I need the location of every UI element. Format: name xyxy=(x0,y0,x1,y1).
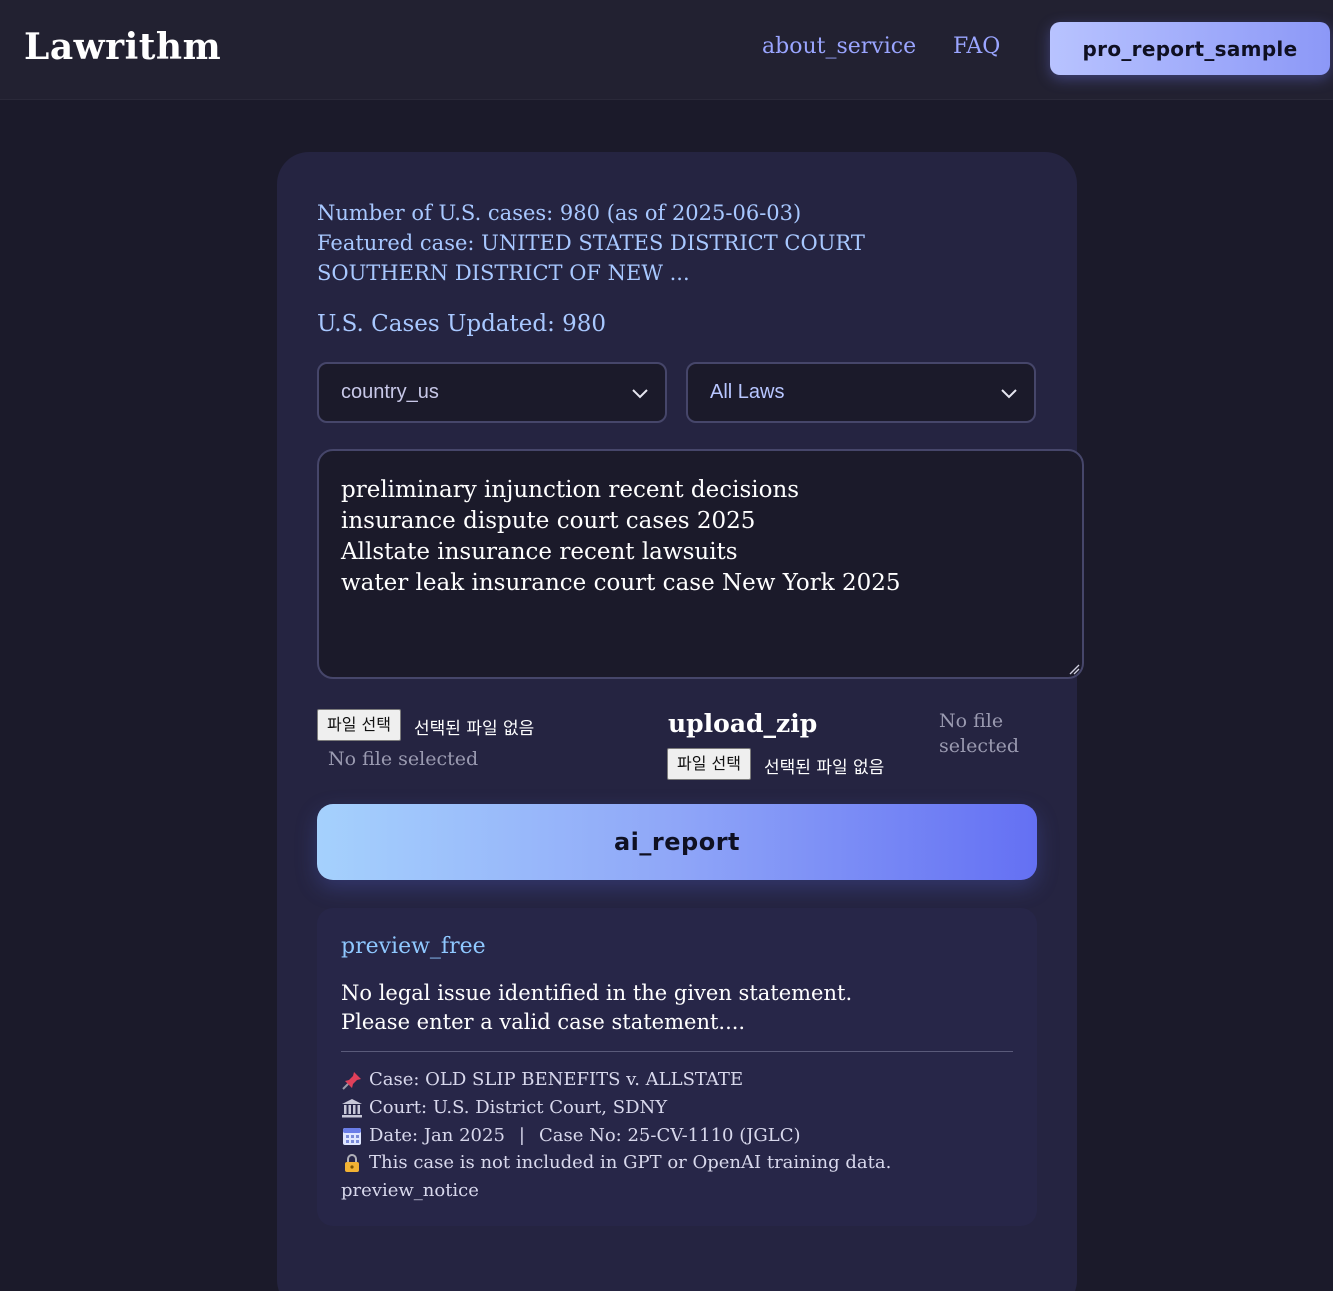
chevron-down-icon xyxy=(632,389,648,399)
zip-status-text: No file selected xyxy=(939,710,1019,757)
query-line: Allstate insurance recent lawsuits xyxy=(341,539,738,565)
nav-faq-link[interactable]: FAQ xyxy=(953,34,1000,59)
file-status-text: No file selected xyxy=(328,748,479,770)
case-count-text: Number of U.S. cases: 980 (as of 2025-06… xyxy=(317,201,802,225)
country-select-value: country_us xyxy=(341,381,439,403)
choose-zip-button[interactable]: 파일 선택 xyxy=(667,748,751,780)
preview-message: Please enter a valid case statement.... xyxy=(341,1010,746,1034)
pushpin-icon xyxy=(342,1071,361,1090)
classical-building-icon xyxy=(342,1098,362,1117)
separator: | xyxy=(518,1125,525,1146)
top-header: Lawrithm about_service FAQ pro_report_sa… xyxy=(0,0,1333,100)
case-name-line: Case: OLD SLIP BENEFITS v. ALLSTATE xyxy=(341,1069,743,1090)
zip-chosen-status: 선택된 파일 없음 xyxy=(764,758,885,778)
nav-about-service-link[interactable]: about_service xyxy=(762,34,916,59)
preview-message: No legal issue identified in the given s… xyxy=(341,981,853,1005)
app-logo[interactable]: Lawrithm xyxy=(24,26,221,68)
divider xyxy=(341,1051,1013,1052)
law-select-value: All Laws xyxy=(710,381,785,403)
featured-case-text: Featured case: UNITED STATES DISTRICT CO… xyxy=(317,231,865,285)
preview-title: preview_free xyxy=(341,934,486,959)
case-number-text: Case No: 25-CV-1110 (JGLC) xyxy=(538,1125,801,1146)
lock-icon xyxy=(345,1153,359,1172)
upload-zip-label: upload_zip xyxy=(668,709,818,738)
country-select[interactable]: country_us xyxy=(317,362,667,423)
cases-updated-text: U.S. Cases Updated: 980 xyxy=(317,311,607,337)
pro-report-sample-button[interactable]: pro_report_sample xyxy=(1050,22,1330,75)
court-line: Court: U.S. District Court, SDNY xyxy=(341,1097,667,1118)
query-line: preliminary injunction recent decisions xyxy=(341,477,800,503)
calendar-icon xyxy=(343,1127,361,1145)
preview-notice: preview_notice xyxy=(341,1180,479,1201)
choose-file-button[interactable]: 파일 선택 xyxy=(317,709,401,741)
case-name-text: Case: OLD SLIP BENEFITS v. ALLSTATE xyxy=(369,1069,744,1090)
case-statement-textarea[interactable]: preliminary injunction recent decisions … xyxy=(317,449,1084,679)
training-note-text: This case is not included in GPT or Open… xyxy=(369,1152,892,1173)
resize-handle-icon[interactable] xyxy=(1068,663,1080,675)
file-chosen-status: 선택된 파일 없음 xyxy=(414,719,535,739)
query-line: water leak insurance court case New York… xyxy=(341,570,901,596)
court-text: Court: U.S. District Court, SDNY xyxy=(369,1097,668,1118)
query-line: insurance dispute court cases 2025 xyxy=(341,508,756,534)
chevron-down-icon xyxy=(1001,389,1017,399)
date-line: Date: Jan 2025 | Case No: 25-CV-1110 (JG… xyxy=(341,1125,801,1146)
training-note-line: This case is not included in GPT or Open… xyxy=(341,1152,891,1173)
date-text: Date: Jan 2025 xyxy=(369,1125,505,1146)
law-select[interactable]: All Laws xyxy=(686,362,1036,423)
ai-report-button[interactable]: ai_report xyxy=(317,804,1037,880)
